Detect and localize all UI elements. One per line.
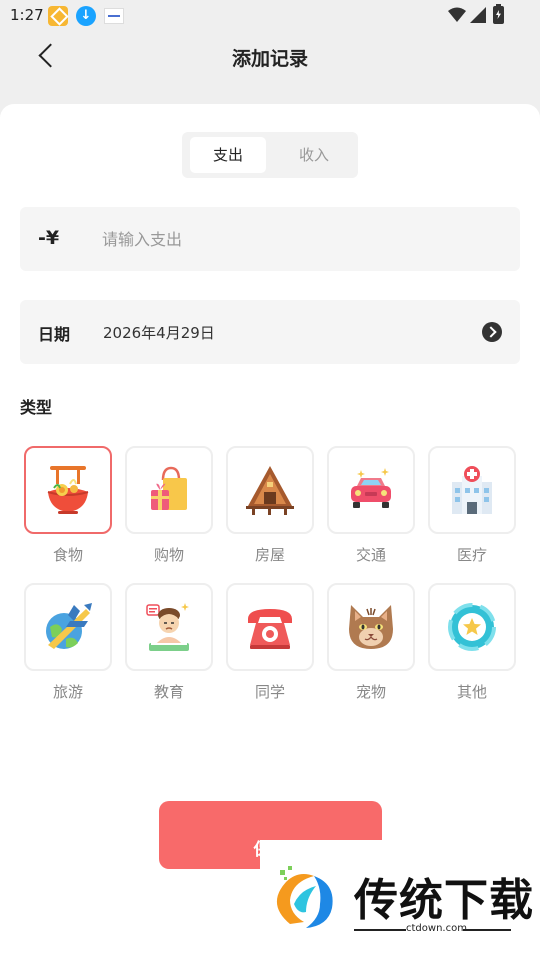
amount-input[interactable]: [102, 221, 502, 257]
currency-prefix: -¥: [38, 227, 60, 249]
date-value: 2026年4月29日: [103, 324, 215, 342]
date-field[interactable]: 日期 2026年4月29日: [20, 300, 520, 364]
food-icon: [47, 466, 89, 514]
category-other[interactable]: 其他: [428, 583, 516, 702]
form-card: 支出 收入 -¥ 日期 2026年4月29日 类型: [0, 104, 540, 960]
category-label: 同学: [254, 683, 285, 701]
plane-icon: [46, 603, 92, 649]
type-segment-control: 支出 收入: [182, 132, 358, 178]
house-icon: [246, 466, 294, 515]
category-classmate[interactable]: 同学: [226, 583, 314, 702]
watermark-logo-icon: [276, 866, 333, 928]
watermark: 传统下载 ctdown.com: [260, 840, 540, 960]
category-travel[interactable]: 旅游: [24, 583, 112, 702]
category-transport[interactable]: 交通: [327, 446, 415, 565]
status-time: 1:27: [10, 6, 44, 24]
amount-field: -¥: [20, 207, 520, 271]
category-label: 房屋: [254, 546, 285, 564]
category-medical[interactable]: 医疗: [428, 446, 516, 565]
watermark-brand: 传统下载: [354, 875, 534, 926]
app-icon-3: [104, 8, 124, 24]
category-label: 教育: [153, 683, 184, 701]
category-label: 食物: [52, 546, 83, 564]
category-label: 交通: [355, 546, 386, 564]
watermark-divider: [354, 929, 406, 931]
hospital-icon: [452, 466, 492, 514]
chevron-right-circle-icon: [482, 322, 502, 342]
category-education[interactable]: 教育: [125, 583, 213, 702]
wifi-icon: [448, 7, 466, 22]
category-label: 旅游: [52, 683, 83, 701]
telephone-icon: [248, 609, 292, 649]
category-house[interactable]: 房屋: [226, 446, 314, 565]
battery-icon: [493, 4, 504, 24]
tab-expense[interactable]: 支出: [190, 137, 266, 173]
category-label: 医疗: [456, 546, 487, 564]
date-label: 日期: [38, 325, 71, 344]
category-food[interactable]: 食物: [24, 446, 112, 565]
education-icon: [146, 603, 189, 651]
tab-income[interactable]: 收入: [276, 137, 352, 173]
watermark-divider: [463, 929, 511, 931]
status-bar: 1:27 ↓: [0, 0, 540, 32]
shopping-icon: [151, 466, 187, 510]
category-label: 宠物: [355, 683, 386, 701]
app-header: 添加记录: [0, 32, 540, 84]
signal-icon: [470, 7, 486, 23]
type-section-label: 类型: [20, 398, 53, 417]
download-icon: ↓: [76, 6, 96, 26]
category-label: 其他: [456, 683, 487, 701]
app-icon-1: [48, 6, 68, 26]
category-label: 购物: [153, 546, 184, 564]
category-pet[interactable]: 宠物: [327, 583, 415, 702]
cat-icon: [349, 605, 393, 649]
page-title: 添加记录: [231, 48, 308, 70]
car-icon: [351, 468, 391, 508]
star-ring-icon: [448, 603, 496, 651]
category-shopping[interactable]: 购物: [125, 446, 213, 565]
watermark-url: ctdown.com: [406, 923, 467, 934]
